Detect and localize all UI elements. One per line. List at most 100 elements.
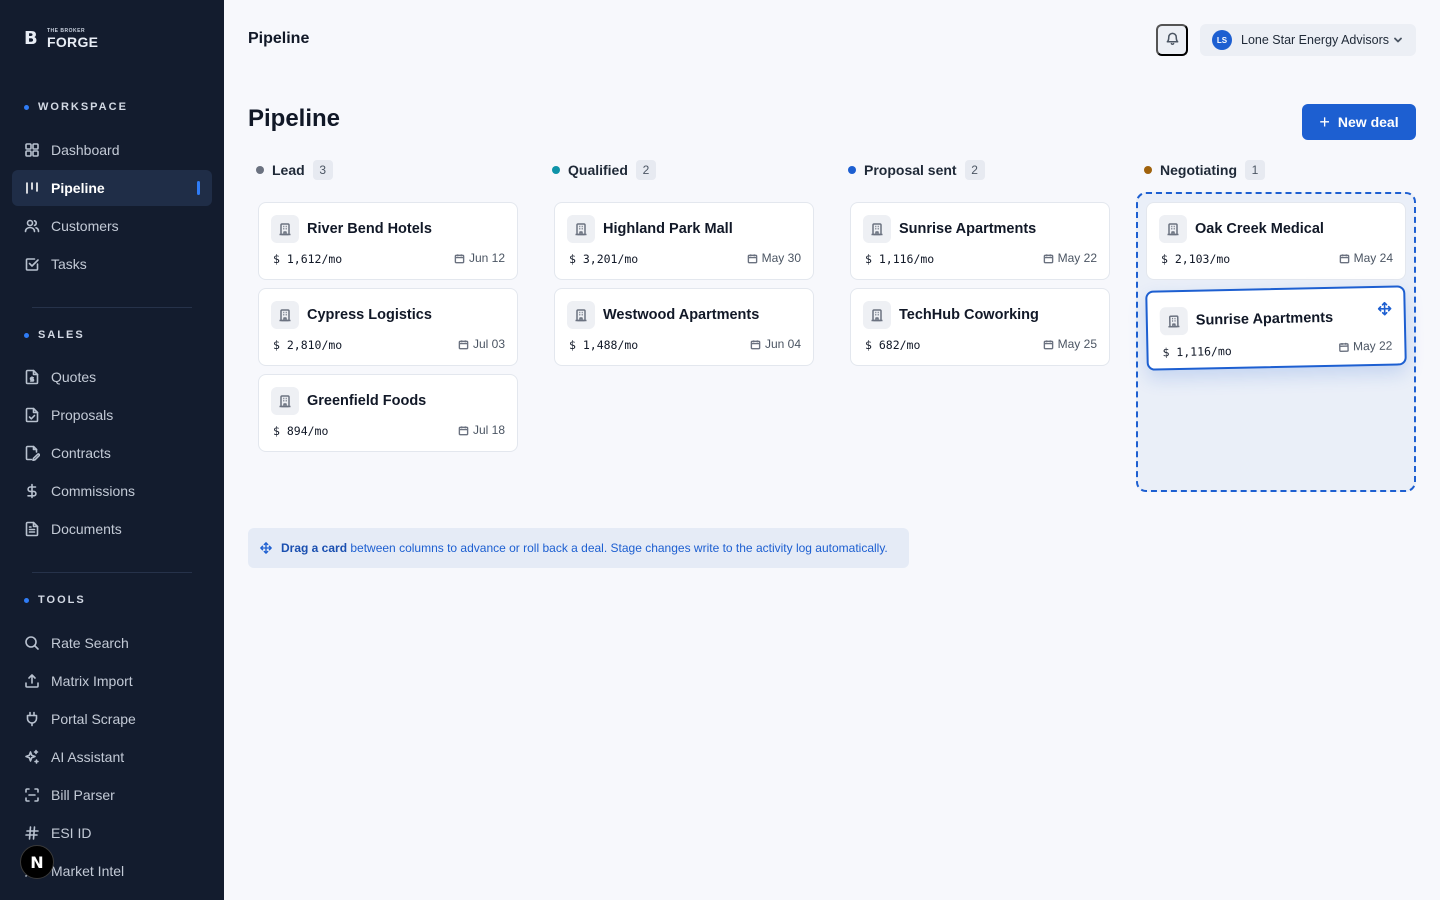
deal-name: TechHub Coworking: [899, 307, 1039, 323]
deal-card[interactable]: Westwood Apartments $ 1,488/mo Jun 04: [554, 288, 814, 366]
deal-value: $ 2,810/mo: [273, 338, 343, 352]
deal-value: $ 1,116/mo: [865, 252, 935, 266]
sidebar: B THE BROKER FORGE WORKSPACE Dashboard P…: [0, 0, 224, 900]
building-icon: [567, 215, 595, 243]
sidebar-item-proposals[interactable]: Proposals: [12, 397, 212, 433]
sidebar-item-quotes[interactable]: Quotes: [12, 359, 212, 395]
avatar: LS: [1212, 30, 1232, 50]
new-deal-button[interactable]: + New deal: [1302, 104, 1416, 140]
calendar-icon: [1338, 342, 1349, 352]
deal-name: Sunrise Apartments: [899, 221, 1037, 237]
calendar-icon: [1043, 339, 1053, 349]
deal-card[interactable]: Sunrise Apartments $ 1,116/mo May 22: [850, 202, 1110, 280]
search-icon: [24, 635, 40, 651]
building-icon: [271, 215, 299, 243]
account-switcher[interactable]: LS Lone Star Energy Advisors: [1200, 24, 1416, 56]
building-icon: [271, 301, 299, 329]
document-icon: [24, 521, 40, 537]
building-icon: [567, 301, 595, 329]
hint-text: Drag a card between columns to advance o…: [281, 541, 888, 555]
sidebar-item-customers[interactable]: Customers: [12, 208, 212, 244]
sparkles-icon: [24, 749, 40, 765]
sidebar-item-label: Portal Scrape: [51, 711, 136, 727]
sidebar-divider: [32, 572, 192, 573]
dev-indicator-badge[interactable]: N: [20, 845, 54, 879]
sidebar-item-dashboard[interactable]: Dashboard: [12, 132, 212, 168]
deal-date: Jul 03: [458, 337, 505, 351]
deal-card[interactable]: Highland Park Mall $ 3,201/mo May 30: [554, 202, 814, 280]
brand-logo[interactable]: B THE BROKER FORGE: [24, 28, 98, 50]
deal-card[interactable]: Cypress Logistics $ 2,810/mo Jul 03: [258, 288, 518, 366]
deal-value: $ 1,612/mo: [273, 252, 343, 266]
deal-card[interactable]: TechHub Coworking $ 682/mo May 25: [850, 288, 1110, 366]
deal-name: Westwood Apartments: [603, 307, 760, 323]
dollar-icon: [24, 483, 40, 499]
deal-date: Jun 12: [454, 251, 505, 265]
deal-card[interactable]: River Bend Hotels $ 1,612/mo Jun 12: [258, 202, 518, 280]
deal-card[interactable]: Greenfield Foods $ 894/mo Jul 18: [258, 374, 518, 452]
deal-date: Jul 18: [458, 423, 505, 437]
file-sign-icon: [24, 445, 40, 461]
calendar-icon: [458, 339, 469, 349]
logo-text: THE BROKER FORGE: [47, 29, 99, 50]
move-icon[interactable]: [1377, 301, 1392, 316]
column-title: Qualified: [568, 162, 628, 178]
sidebar-item-portal-scrape[interactable]: Portal Scrape: [12, 701, 212, 737]
header-title: Pipeline: [248, 30, 310, 47]
deal-value: $ 3,201/mo: [569, 252, 639, 266]
section-label-workspace: WORKSPACE: [24, 101, 128, 113]
plus-icon: +: [1319, 112, 1330, 132]
sidebar-item-bill-parser[interactable]: Bill Parser: [12, 777, 212, 813]
page-title: Pipeline: [248, 105, 341, 132]
calendar-icon: [750, 339, 761, 349]
column-header-negotiating: Negotiating 1: [1144, 160, 1265, 180]
column-count: 2: [964, 160, 985, 180]
sidebar-item-label: Bill Parser: [51, 787, 115, 803]
sidebar-item-rate-search[interactable]: Rate Search: [12, 625, 212, 661]
account-name: Lone Star Energy Advisors: [1241, 33, 1389, 47]
building-icon: [271, 387, 299, 415]
notifications-button[interactable]: [1156, 24, 1188, 56]
section-label-sales: SALES: [24, 329, 85, 341]
upload-icon: [24, 673, 40, 689]
deal-card[interactable]: Oak Creek Medical $ 2,103/mo May 24: [1146, 202, 1406, 280]
sidebar-item-commissions[interactable]: Commissions: [12, 473, 212, 509]
column-header-lead: Lead 3: [256, 160, 333, 180]
deal-date: May 22: [1338, 339, 1393, 354]
deal-date: May 22: [1043, 251, 1097, 265]
sidebar-item-matrix-import[interactable]: Matrix Import: [12, 663, 212, 699]
bell-icon: [1165, 31, 1180, 49]
sidebar-item-ai-assistant[interactable]: AI Assistant: [12, 739, 212, 775]
logo-mark-icon: B: [24, 28, 38, 49]
building-icon: [1159, 215, 1187, 243]
sidebar-item-contracts[interactable]: Contracts: [12, 435, 212, 471]
sidebar-item-label: Customers: [51, 218, 119, 234]
sidebar-item-label: Matrix Import: [51, 673, 133, 689]
column-count: 3: [312, 160, 333, 180]
stage-dot-icon: [256, 166, 264, 174]
column-header-qualified: Qualified 2: [552, 160, 656, 180]
deal-value: $ 2,103/mo: [1161, 252, 1231, 266]
stage-dot-icon: [848, 166, 856, 174]
dragging-deal-card[interactable]: Sunrise Apartments $ 1,116/mo May 22: [1145, 285, 1407, 371]
stage-dot-icon: [552, 166, 560, 174]
deal-name: Sunrise Apartments: [1195, 309, 1334, 329]
deal-value: $ 1,116/mo: [1162, 343, 1232, 360]
deal-value: $ 1,488/mo: [569, 338, 639, 352]
building-icon: [1159, 306, 1189, 336]
checkbox-icon: [24, 256, 40, 272]
sidebar-item-pipeline[interactable]: Pipeline: [12, 170, 212, 206]
deal-date: Jun 04: [750, 337, 801, 351]
move-icon: [260, 542, 272, 554]
calendar-icon: [458, 425, 469, 435]
sidebar-item-label: Rate Search: [51, 635, 129, 651]
logo-big-text: FORGE: [47, 34, 99, 50]
sidebar-item-label: Dashboard: [51, 142, 120, 158]
sidebar-item-tasks[interactable]: Tasks: [12, 246, 212, 282]
sidebar-item-documents[interactable]: Documents: [12, 511, 212, 547]
deal-name: River Bend Hotels: [307, 221, 432, 237]
section-label-tools: TOOLS: [24, 594, 86, 606]
column-count: 2: [635, 160, 656, 180]
deal-date: May 24: [1339, 251, 1393, 265]
calendar-icon: [1043, 253, 1053, 263]
